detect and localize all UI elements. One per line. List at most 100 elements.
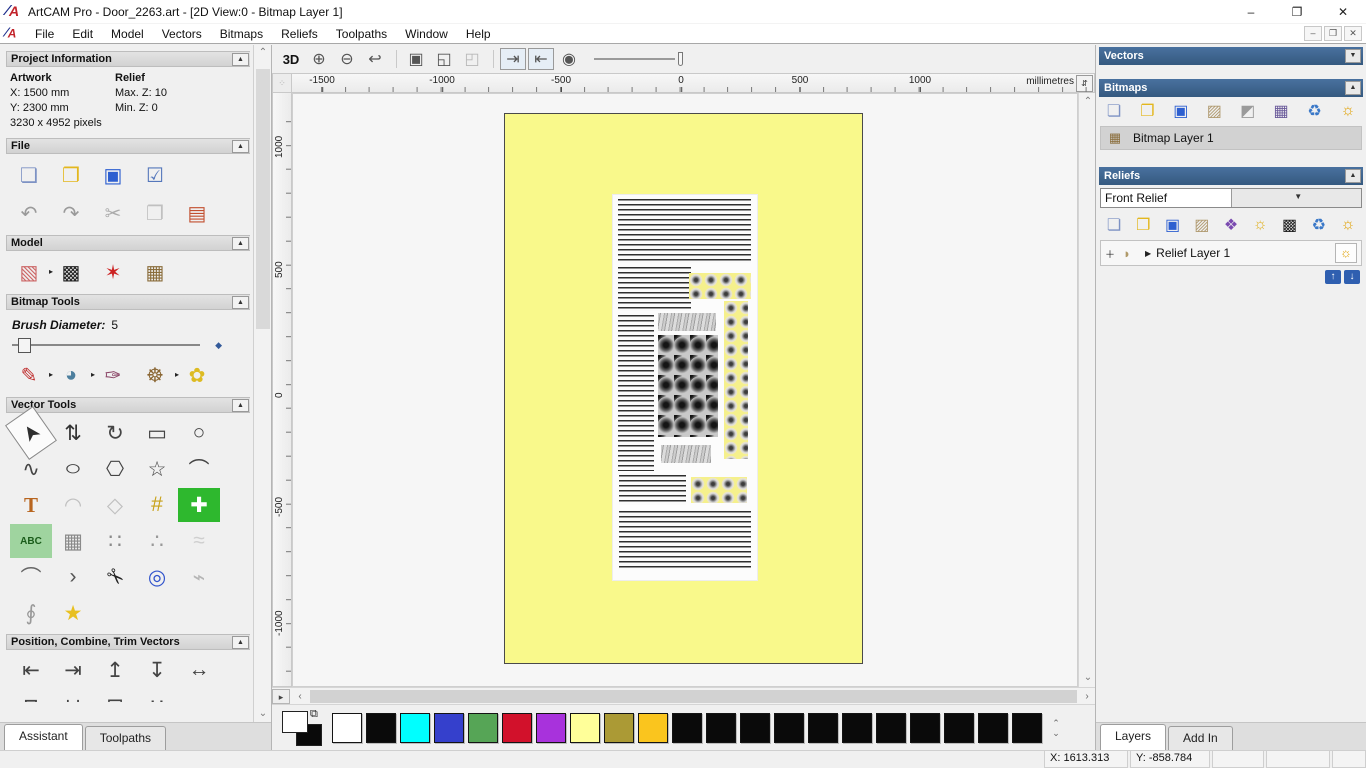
canvas-2d-view[interactable] [292,93,1078,687]
menu-item[interactable]: Reliefs [272,25,327,43]
colour-swatch[interactable] [740,712,770,743]
colour-swatch[interactable] [706,712,736,743]
colour-swatch[interactable] [1012,712,1042,743]
collapse-icon[interactable]: ▲ [232,236,249,250]
zoom-in-icon[interactable]: ⊕ [306,48,332,70]
redo-icon[interactable]: ↷ [54,198,88,228]
align-horizontal-icon[interactable]: ⊔ [52,689,94,703]
primary-colour-swatch[interactable] [282,710,308,733]
colour-swatch[interactable] [978,712,1008,743]
node-editing-icon[interactable]: ⇅ [52,416,94,450]
merge-layer-icon[interactable]: ▨ [1202,100,1226,122]
toggle-relief-visibility-icon[interactable]: ☼ [1336,214,1360,236]
scroll-right-icon[interactable]: › [1079,691,1095,702]
scroll-down-icon[interactable]: ⌄ [255,706,271,722]
align-left-icon[interactable]: ⇤ [10,653,52,687]
colour-swatch[interactable] [842,712,872,743]
unwrap-vectors-icon[interactable]: ≈ [178,524,220,558]
menu-item[interactable]: Window [396,25,457,43]
create-polygon-icon[interactable]: ⎔ [94,452,136,486]
collapse-icon[interactable]: ▲ [1345,81,1361,95]
menu-item[interactable]: Bitmaps [211,25,272,43]
mdi-restore-button[interactable]: ❐ [1324,26,1342,41]
smooth-relief-icon[interactable]: ❖ [1219,214,1243,236]
model-artwork[interactable] [504,113,863,664]
colour-swatch[interactable] [502,712,532,743]
expand-icon[interactable]: ▼ [1345,49,1361,63]
flood-fill-icon[interactable]: ◕ [54,360,95,390]
contrast-slider[interactable] [594,49,689,69]
visibility-bulb-icon[interactable]: ☼ [1335,243,1357,263]
create-text-icon[interactable]: T [10,488,52,522]
expand-arrow-icon[interactable]: ▶ [1145,249,1151,258]
colour-swatch[interactable] [570,712,600,743]
menu-item[interactable]: Vectors [153,25,211,43]
colour-picker-icon[interactable]: ✑ [96,360,130,390]
save-bitmap-icon[interactable]: ▣ [1169,100,1193,122]
restore-button[interactable]: ❐ [1274,0,1320,24]
colour-swatch[interactable] [876,712,906,743]
menu-item[interactable]: Help [457,25,500,43]
menu-item[interactable]: Toolpaths [327,25,396,43]
offset-vector-icon[interactable]: ◇ [94,488,136,522]
create-arc-icon[interactable]: ⌒ [178,452,220,486]
colour-swatch[interactable] [944,712,974,743]
align-top-icon[interactable]: ↥ [94,653,136,687]
scroll-down-icon[interactable]: ⌄ [1080,670,1096,686]
align-centre-icon[interactable]: ↔ [178,653,220,687]
link-colours-icon[interactable]: ⧉ [310,708,318,721]
bitmap-layer-icon[interactable]: ▦ [1269,100,1293,122]
invert-greyscale-icon[interactable]: ▩ [54,257,88,287]
zoom-1to1-icon[interactable]: ▣ [403,48,429,70]
save-relief-icon[interactable]: ▣ [1161,214,1185,236]
collapse-icon[interactable]: ▲ [232,139,249,153]
colour-swatch[interactable] [910,712,940,743]
trim-vectors-icon[interactable]: ✂ [88,550,142,604]
zoom-out-icon[interactable]: ⊖ [334,48,360,70]
colour-swatch[interactable] [774,712,804,743]
tab-toolpaths[interactable]: Toolpaths [84,726,167,750]
menu-item[interactable]: Edit [63,25,102,43]
assistant-scrollbar[interactable]: ⌃ ⌄ [253,45,271,722]
new-bitmap-layer-icon[interactable]: ❏ [1102,100,1126,122]
tab-layers[interactable]: Layers [1100,724,1167,750]
brush-diameter-slider[interactable]: ◆ [12,336,240,354]
open-model-icon[interactable]: ❐ [54,160,88,190]
zoom-fit-icon[interactable]: ◱ [431,48,457,70]
paste-icon[interactable]: ▤ [180,198,214,228]
fillet-arc-icon[interactable]: ⌒ [10,560,52,594]
align-bottom-icon[interactable]: ↧ [136,653,178,687]
collapse-icon[interactable]: ▲ [1345,169,1361,183]
colour-swatch[interactable] [332,712,362,743]
palette-down-icon[interactable]: ⌄ [1048,728,1064,738]
cut-icon[interactable]: ✂ [96,198,130,228]
colour-swatch[interactable] [672,712,702,743]
join-vectors-icon[interactable]: › [52,560,94,594]
align-right-icon[interactable]: ⇥ [52,653,94,687]
dropdown-arrow-icon[interactable]: ▼ [1230,189,1361,207]
minimize-button[interactable]: – [1228,0,1274,24]
slider-handle[interactable] [678,52,683,66]
primary-secondary-colour[interactable]: ⧉ [280,708,332,748]
scatter-copies-icon[interactable]: ∷ [136,689,178,703]
block-array-icon[interactable]: ⊡ [94,689,136,703]
tab-add-in[interactable]: Add In [1168,726,1233,750]
new-model-icon[interactable]: ❏ [12,160,46,190]
view-3d-button[interactable]: 3D [278,48,304,70]
colour-swatch[interactable] [536,712,566,743]
move-layer-down-icon[interactable]: ↓ [1344,270,1360,284]
pan-left-toggle-icon[interactable]: ⇥ [500,48,526,70]
star-wizard-icon[interactable]: ★ [52,596,94,630]
invert-relief-icon[interactable]: ▩ [1278,214,1302,236]
greyscale-view-icon[interactable]: ▧ [12,257,53,287]
colour-swatch[interactable] [808,712,838,743]
move-layer-up-icon[interactable]: ↑ [1325,270,1341,284]
lamp-render-icon[interactable]: ✶ [96,257,130,287]
close-button[interactable]: ✕ [1320,0,1366,24]
pan-right-toggle-icon[interactable]: ⇤ [528,48,554,70]
vertical-scrollbar[interactable]: ⌃ ⌄ [1078,93,1095,687]
pane-toggle-icon[interactable]: ▸ [272,688,290,704]
bitmap-from-relief-icon[interactable]: ▦ [138,257,172,287]
tab-assistant[interactable]: Assistant [4,724,83,750]
measure-icon[interactable]: # [136,488,178,522]
